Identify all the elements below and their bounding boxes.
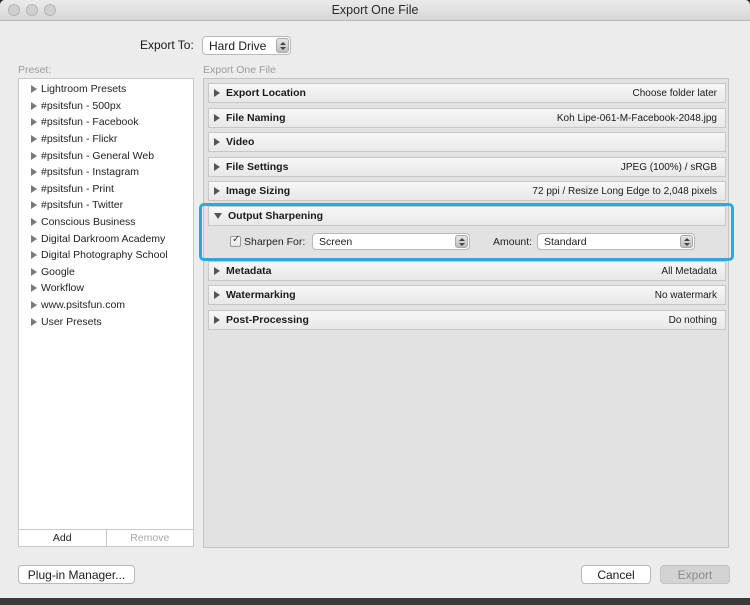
preset-item[interactable]: Digital Photography School [19,247,193,264]
preset-item[interactable]: User Presets [19,313,193,330]
preset-item[interactable]: #psitsfun - Twitter [19,197,193,214]
preset-item-label: Digital Photography School [41,249,168,262]
section-title: File Naming [226,112,286,124]
add-preset-button[interactable]: Add [19,530,107,546]
title-bar: Export One File [0,0,750,21]
preset-item[interactable]: Conscious Business [19,214,193,231]
preset-item[interactable]: Workflow [19,280,193,297]
section-title: Export Location [226,87,306,99]
disclosure-triangle-icon[interactable] [31,201,37,210]
preset-item-label: #psitsfun - Twitter [41,199,124,212]
section-header[interactable]: Metadata All Metadata [208,261,726,281]
plugin-manager-button[interactable]: Plug-in Manager... [18,565,135,584]
preset-list: Lightroom Presets #psitsfun - 500px #psits… [19,81,193,330]
preset-item-label: www.psitsfun.com [41,299,126,312]
preset-item[interactable]: Digital Darkroom Academy [19,230,193,247]
highlight-annotation [199,203,734,261]
section-header[interactable]: Image Sizing 72 ppi / Resize Long Edge to… [208,181,726,201]
section-header[interactable]: Watermarking No watermark [208,285,726,305]
preset-item[interactable]: Lightroom Presets [19,81,193,98]
disclosure-triangle-icon[interactable] [31,218,37,227]
cancel-button[interactable]: Cancel [581,565,651,584]
preset-item[interactable]: #psitsfun - Print [19,181,193,198]
section-title: Image Sizing [226,185,291,197]
preset-item-label: User Presets [41,315,102,328]
preset-caption: Preset: [18,64,52,76]
disclosure-closed-icon[interactable] [214,291,220,299]
disclosure-closed-icon[interactable] [214,267,220,275]
preset-item[interactable]: #psitsfun - Facebook [19,114,193,131]
preset-item-label: #psitsfun - Instagram [41,166,140,179]
export-to-select[interactable]: Hard Drive [202,36,291,55]
disclosure-triangle-icon[interactable] [31,168,37,177]
disclosure-closed-icon[interactable] [214,163,220,171]
section-title: File Settings [226,161,289,173]
disclosure-triangle-icon[interactable] [31,251,37,260]
preset-item[interactable]: #psitsfun - General Web [19,147,193,164]
disclosure-triangle-icon[interactable] [31,317,37,326]
stepper-icon [276,38,289,53]
disclosure-triangle-icon[interactable] [31,284,37,293]
section-header[interactable]: Export Location Choose folder later [208,83,726,103]
section-summary: All Metadata [661,265,717,277]
preset-item[interactable]: #psitsfun - Instagram [19,164,193,181]
preset-item-label: #psitsfun - Flickr [41,133,118,146]
section-summary: Choose folder later [632,87,718,99]
section-summary: No watermark [654,289,717,301]
disclosure-triangle-icon[interactable] [31,234,37,243]
preset-buttons: Add Remove [19,529,193,546]
export-to-value: Hard Drive [209,38,267,53]
window-title: Export One File [331,3,419,17]
export-dialog: Export One File Export To: Hard Drive Pr… [0,0,750,598]
disclosure-triangle-icon[interactable] [31,118,37,127]
preset-item-label: Digital Darkroom Academy [41,232,166,245]
section-title: Watermarking [226,289,296,301]
disclosure-triangle-icon[interactable] [31,184,37,193]
preset-item-label: #psitsfun - General Web [41,149,155,162]
background-strip [0,598,750,605]
preset-item-label: #psitsfun - Facebook [41,116,139,129]
section-header[interactable]: File Settings JPEG (100%) / sRGB [208,157,726,177]
preset-item[interactable]: www.psitsfun.com [19,297,193,314]
disclosure-closed-icon[interactable] [214,138,220,146]
section-summary: Do nothing [668,314,717,326]
remove-preset-button[interactable]: Remove [107,530,194,546]
disclosure-triangle-icon[interactable] [31,85,37,94]
preset-item-label: Lightroom Presets [41,83,127,96]
disclosure-closed-icon[interactable] [214,89,220,97]
disclosure-triangle-icon[interactable] [31,151,37,160]
preset-item-label: #psitsfun - 500px [41,99,121,112]
export-to-label: Export To: [140,38,194,52]
disclosure-closed-icon[interactable] [214,316,220,324]
disclosure-triangle-icon[interactable] [31,301,37,310]
disclosure-triangle-icon[interactable] [31,267,37,276]
section-title: Video [226,136,255,148]
preset-item[interactable]: Google [19,264,193,281]
section-summary: JPEG (100%) / sRGB [620,161,717,173]
section-title: Post-Processing [226,314,309,326]
preset-panel: Lightroom Presets #psitsfun - 500px #psits… [18,78,194,547]
export-button[interactable]: Export [660,565,730,584]
preset-item[interactable]: #psitsfun - 500px [19,98,193,115]
preset-item-label: Workflow [41,282,84,295]
section-header[interactable]: File Naming Koh Lipe-061-M-Facebook-2048.… [208,108,726,128]
preset-item[interactable]: #psitsfun - Flickr [19,131,193,148]
section-header[interactable]: Post-Processing Do nothing [208,310,726,330]
preset-item-label: Google [41,265,75,278]
preset-item-label: Conscious Business [41,216,136,229]
disclosure-closed-icon[interactable] [214,187,220,195]
disclosure-triangle-icon[interactable] [31,101,37,110]
sections-caption: Export One File [203,64,276,76]
disclosure-triangle-icon[interactable] [31,135,37,144]
sections-panel: Export Location Choose folder later File N… [203,78,729,548]
section-summary: 72 ppi / Resize Long Edge to 2,048 pixel… [532,185,717,197]
section-header[interactable]: Video [208,132,726,152]
disclosure-closed-icon[interactable] [214,114,220,122]
section-summary: Koh Lipe-061-M-Facebook-2048.jpg [556,112,717,124]
preset-item-label: #psitsfun - Print [41,182,114,195]
section-title: Metadata [226,265,272,277]
